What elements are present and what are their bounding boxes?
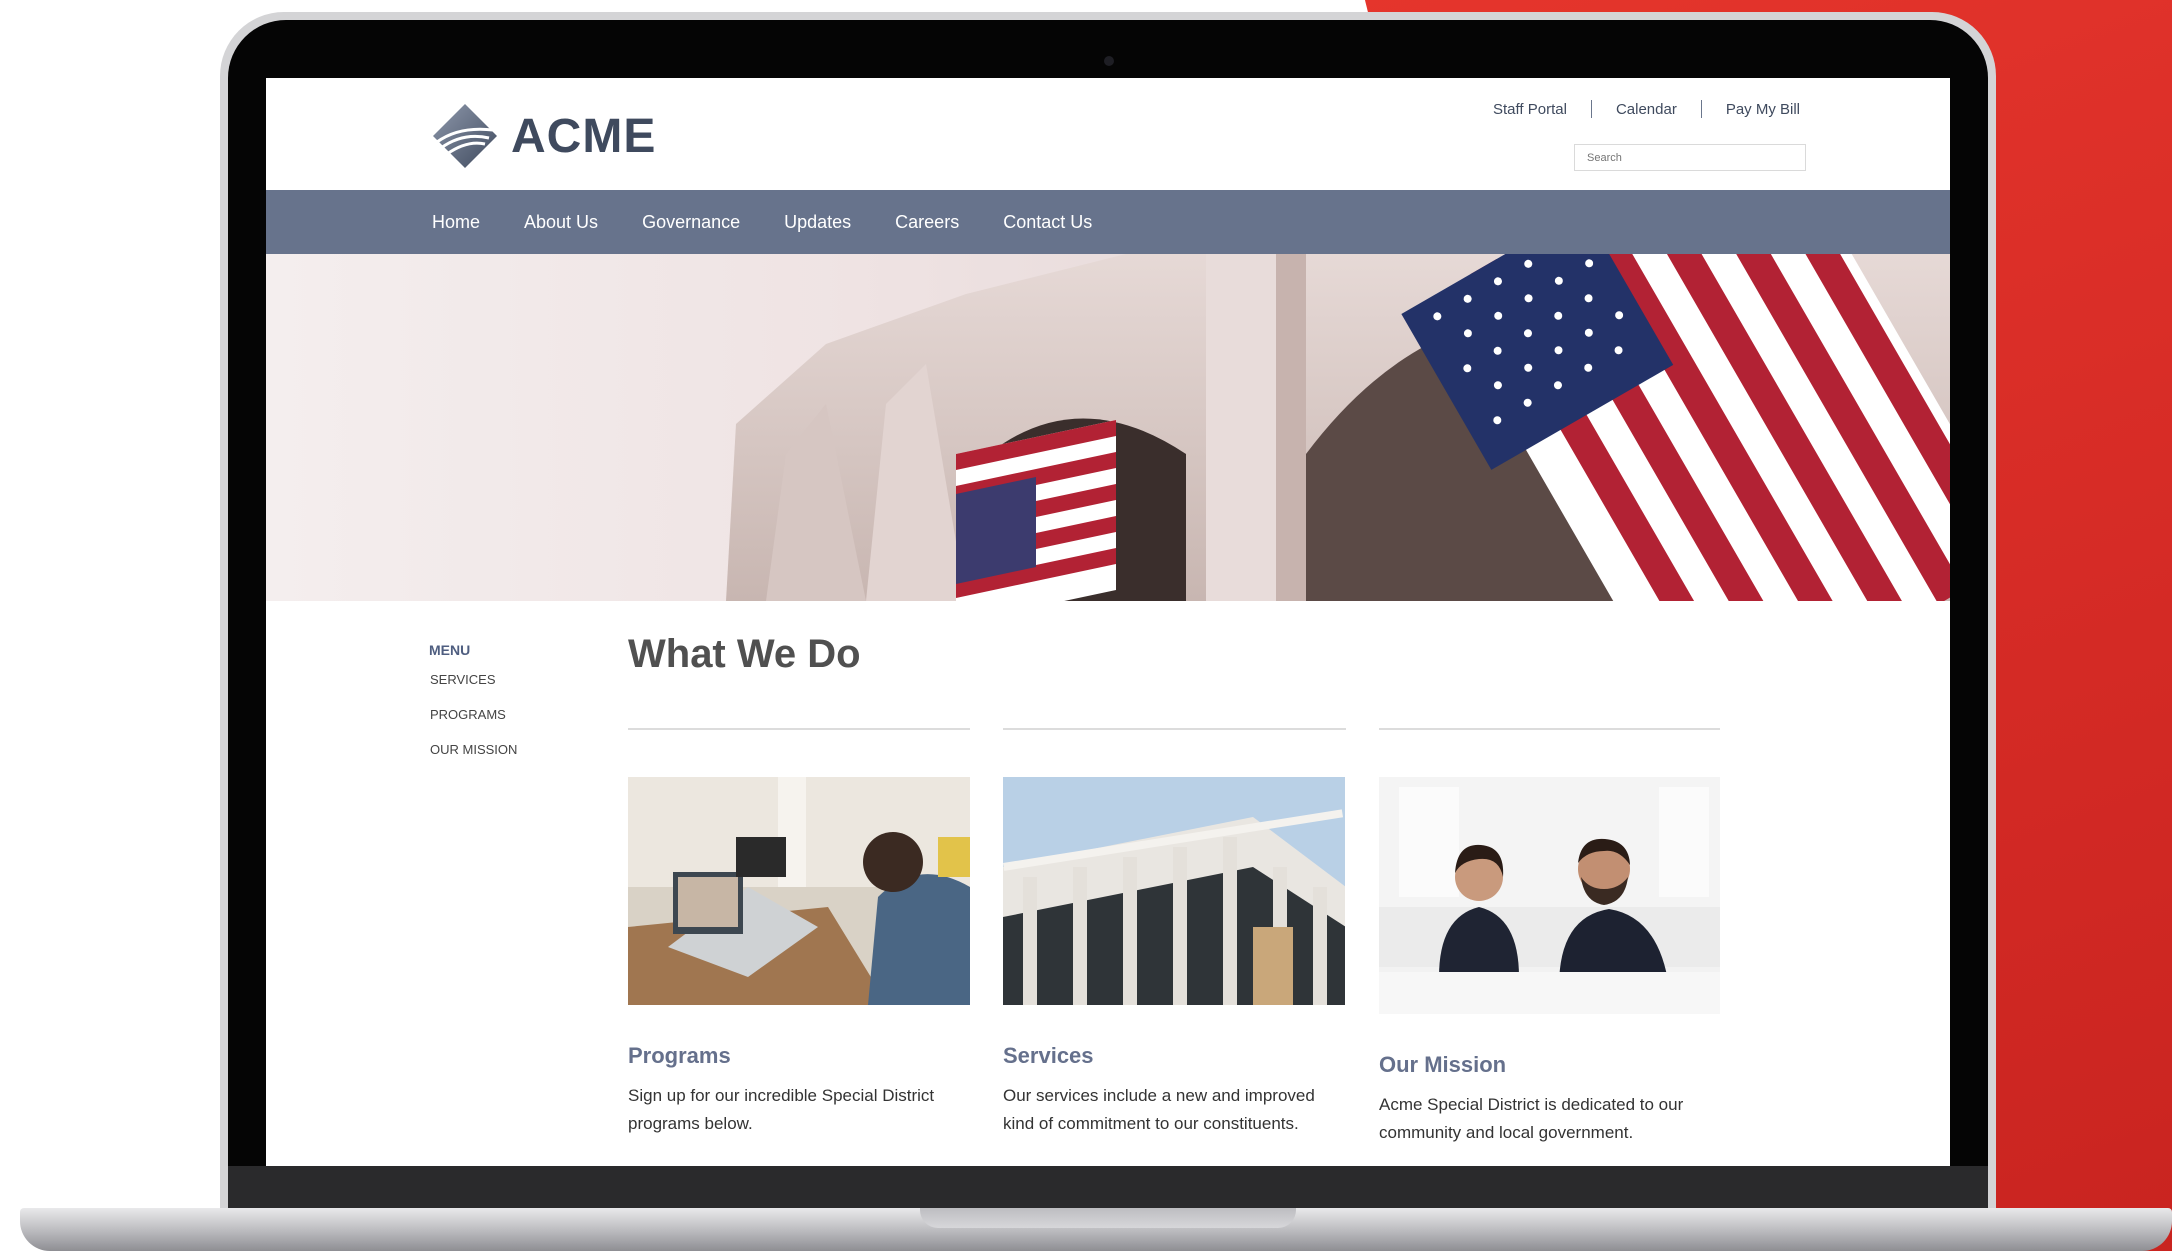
main-nav: Home About Us Governance Updates Careers… <box>266 190 1950 254</box>
webcam-icon <box>1104 56 1114 66</box>
sidebar-item-services[interactable]: SERVICES <box>430 672 496 687</box>
nav-item-governance[interactable]: Governance <box>642 212 740 233</box>
pay-my-bill-link[interactable]: Pay My Bill <box>1726 101 1800 118</box>
card-text-services: Our services include a new and improved … <box>1003 1086 1315 1133</box>
card-title-our-mission[interactable]: Our Mission <box>1379 1052 1506 1078</box>
card-divider <box>1003 728 1346 730</box>
staff-portal-link[interactable]: Staff Portal <box>1493 101 1567 118</box>
card-divider <box>628 728 970 730</box>
card-title-programs[interactable]: Programs <box>628 1043 731 1069</box>
hero-image <box>266 254 1950 601</box>
nav-item-contact-us[interactable]: Contact Us <box>1003 212 1092 233</box>
site-logo[interactable]: ACME <box>431 102 656 170</box>
utility-divider <box>1700 100 1702 118</box>
sidebar-item-programs[interactable]: PROGRAMS <box>430 707 506 722</box>
search-input[interactable] <box>1574 144 1806 171</box>
page-title: What We Do <box>628 632 861 676</box>
acme-logo-icon <box>433 104 497 168</box>
card-text-programs: Sign up for our incredible Special Distr… <box>628 1086 935 1133</box>
calendar-link[interactable]: Calendar <box>1616 101 1677 118</box>
sidebar-item-our-mission[interactable]: OUR MISSION <box>430 742 517 757</box>
card-title-services[interactable]: Services <box>1003 1043 1094 1069</box>
nav-item-about-us[interactable]: About Us <box>524 212 598 233</box>
website-screen: ACME Staff Portal Calendar Pay My Bill H… <box>266 78 1950 1166</box>
utility-divider <box>1590 100 1592 118</box>
nav-item-home[interactable]: Home <box>432 212 480 233</box>
nav-item-updates[interactable]: Updates <box>784 212 851 233</box>
our-mission-card-image[interactable] <box>1379 777 1721 1014</box>
programs-card-image[interactable] <box>628 777 970 1005</box>
nav-item-careers[interactable]: Careers <box>895 212 959 233</box>
sidebar-menu-title: MENU <box>429 642 471 658</box>
card-text-our-mission: Acme Special District is dedicated to ou… <box>1379 1095 1684 1142</box>
laptop-hinge <box>228 1166 1988 1208</box>
brand-name: ACME <box>511 109 657 163</box>
utility-links: Staff Portal Calendar Pay My Bill <box>1493 100 1800 118</box>
card-divider <box>1379 728 1720 730</box>
services-card-image[interactable] <box>1003 777 1345 1005</box>
laptop-base-notch <box>920 1208 1296 1228</box>
